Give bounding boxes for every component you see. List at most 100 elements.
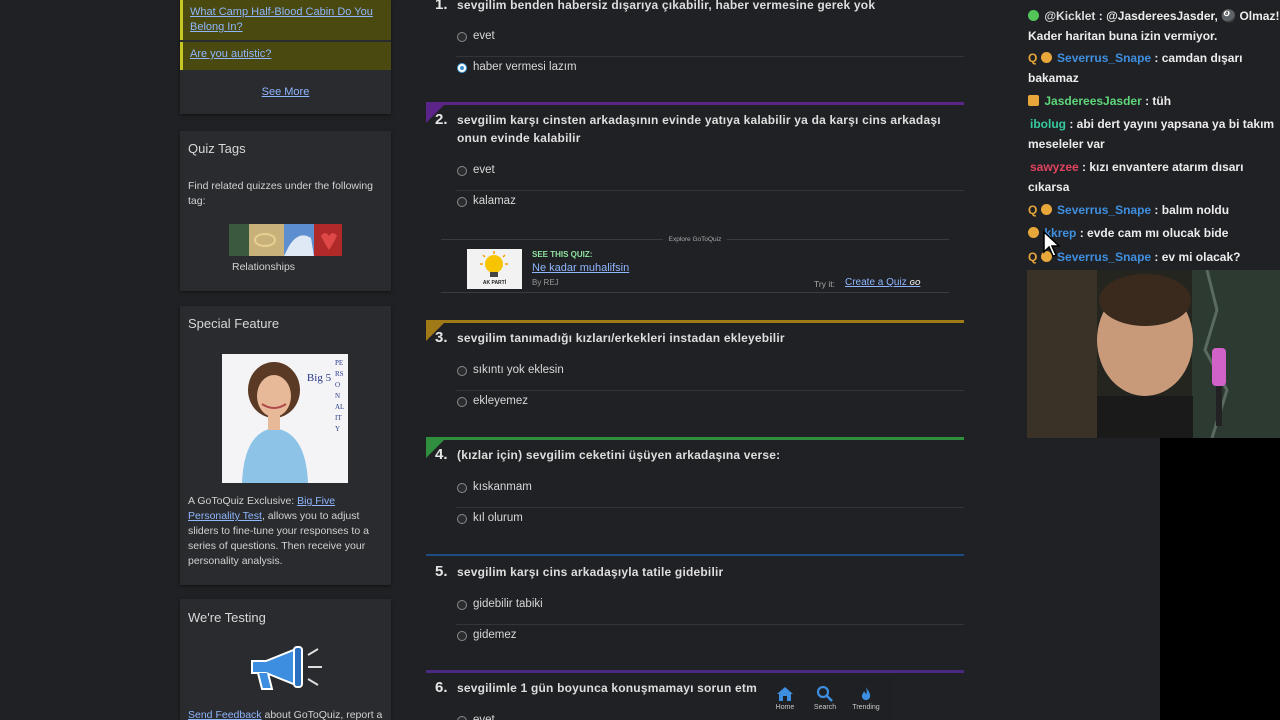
radio-button[interactable] <box>457 716 467 720</box>
sub-badge-icon <box>1028 227 1039 238</box>
popular-quiz-link[interactable]: What Camp Half-Blood Cabin Do You Belong… <box>180 0 391 40</box>
chat-username[interactable]: sawyzee <box>1030 160 1079 174</box>
question-divider <box>426 554 964 556</box>
nav-trending[interactable]: Trending <box>846 686 886 711</box>
radio-button[interactable] <box>457 397 467 407</box>
nav-search[interactable]: Search <box>805 686 845 711</box>
webcam-overlay <box>1027 270 1280 438</box>
nav-home[interactable]: Home <box>765 686 805 711</box>
answer-label: haber vermesi lazım <box>473 61 577 73</box>
answer-label: kıl olurum <box>473 512 523 524</box>
answer-option[interactable]: sıkıntı yok eklesin <box>456 360 964 391</box>
were-testing-title: We're Testing <box>188 610 266 625</box>
radio-button[interactable] <box>457 514 467 524</box>
nav-search-label: Search <box>813 704 837 711</box>
see-this-quiz-label: SEE THIS QUIZ: <box>532 250 593 259</box>
chat-message: @Kicklet : @JasdereesJasder, 🎱 Olmaz! Ka… <box>1028 6 1280 46</box>
quiz-tags-description: Find related quizzes under the following… <box>188 180 374 207</box>
chat-message: Q Severrus_Snape : balım noldu <box>1028 200 1280 220</box>
chat-text: : ev mi olacak? <box>1151 250 1241 264</box>
answer-label: kıskanmam <box>473 481 532 493</box>
popular-quiz-link[interactable]: Are you autistic? <box>180 42 391 70</box>
chat-message: Q Severrus_Snape : camdan dışarı bakamaz <box>1028 48 1280 88</box>
answer-option[interactable]: evet <box>456 160 964 191</box>
question-number: 3. <box>435 329 448 346</box>
answer-option[interactable]: kıl olurum <box>456 508 964 539</box>
question-text: sevgilim benden habersiz dışarıya çıkabi… <box>457 0 876 12</box>
question-divider <box>426 102 964 105</box>
question-text: sevgilim tanımadığı kızları/erkekleri in… <box>457 331 785 345</box>
promo-quiz-image[interactable]: AK PARTİ <box>467 249 522 289</box>
answer-label: sıkıntı yok eklesin <box>473 364 564 376</box>
chat-text: : evde cam mı olucak bide <box>1076 226 1229 240</box>
chat-username[interactable]: @Kicklet <box>1044 9 1095 23</box>
q-badge-icon: Q <box>1028 203 1038 217</box>
answer-option[interactable]: haber vermesi lazım <box>456 57 964 88</box>
bottom-navigation: Home Search Trending <box>760 676 892 720</box>
screen: What Camp Half-Blood Cabin Do You Belong… <box>0 0 1280 720</box>
send-feedback-link[interactable]: Send Feedback <box>188 709 262 720</box>
answer-label: gidebilir tabiki <box>473 598 543 610</box>
radio-button[interactable] <box>457 32 467 42</box>
chat-username[interactable]: Severrus_Snape <box>1057 203 1151 217</box>
answer-option[interactable]: kıskanmam <box>456 477 964 508</box>
answer-label: evet <box>473 30 495 42</box>
radio-button[interactable] <box>457 166 467 176</box>
big-five-image[interactable]: Big 5 PERSONALITY <box>222 354 348 483</box>
radio-button[interactable] <box>457 366 467 376</box>
big-five-image-side-text: PERSONALITY <box>335 359 345 433</box>
radio-button[interactable] <box>457 600 467 610</box>
relationships-tag-link[interactable]: Relationships <box>232 261 295 273</box>
special-feature-title: Special Feature <box>188 316 280 331</box>
promo-author: By REJ <box>532 278 559 287</box>
try-it-label: Try it: <box>814 279 835 289</box>
question-number: 5. <box>435 563 448 580</box>
chat-username[interactable]: Severrus_Snape <box>1057 51 1151 65</box>
create-quiz-link[interactable]: Create a Quiz GO <box>845 277 920 288</box>
answer-option[interactable]: gidemez <box>456 625 964 656</box>
relationships-tag-image[interactable] <box>229 224 342 256</box>
question-divider <box>426 437 964 440</box>
chat-text: : balım noldu <box>1151 203 1230 217</box>
question-block: 2. sevgilim karşı cinsten arkadaşının ev… <box>426 102 964 222</box>
chat-message: JasdereesJasder : tüh <box>1028 91 1280 111</box>
chat-username[interactable]: ibolug <box>1030 117 1066 131</box>
answer-label: gidemez <box>473 629 517 641</box>
question-text: sevgilim karşı cinsten arkadaşının evind… <box>457 113 941 145</box>
chat-username[interactable]: JasdereesJasder <box>1044 94 1141 108</box>
answer-label: evet <box>473 714 495 720</box>
answer-option[interactable]: ekleyemez <box>456 391 964 422</box>
crown-badge-icon <box>1028 95 1039 106</box>
big-five-image-text: Big 5 <box>306 372 332 384</box>
chat-username[interactable]: Severrus_Snape <box>1057 250 1151 264</box>
chat-message: ibolug : abi dert yayını yapsana ya bi t… <box>1028 114 1280 154</box>
question-number: 4. <box>435 446 448 463</box>
nav-trending-label: Trending <box>852 704 880 711</box>
special-feature-description: A GoToQuiz Exclusive: Big Five Personali… <box>188 495 369 567</box>
q-badge-icon: Q <box>1028 51 1038 65</box>
question-divider <box>426 320 964 323</box>
question-number: 6. <box>435 679 448 696</box>
answer-label: evet <box>473 164 495 176</box>
verified-badge-icon <box>1028 10 1039 21</box>
answer-option[interactable]: evet <box>456 26 964 57</box>
question-text: sevgilim karşı cins arkadaşıyla tatile g… <box>457 565 724 579</box>
megaphone-icon <box>244 645 326 698</box>
radio-button[interactable] <box>457 197 467 207</box>
question-block: 1. sevgilim benden habersiz dışarıya çık… <box>426 0 964 104</box>
popular-quizzes-card: What Camp Half-Blood Cabin Do You Belong… <box>180 0 391 114</box>
answer-option[interactable]: kalamaz <box>456 191 964 222</box>
chat-message: sawyzee : kızı envantere atarım dısarı c… <box>1028 157 1280 197</box>
chat-text: : tüh <box>1141 94 1172 108</box>
answer-option[interactable]: gidebilir tabiki <box>456 594 964 625</box>
radio-button[interactable] <box>457 631 467 641</box>
radio-button-selected[interactable] <box>457 63 467 73</box>
mouse-cursor-icon <box>1043 230 1061 257</box>
see-more-link[interactable]: See More <box>180 86 391 98</box>
question-block: 4. (kızlar için) sevgilim ceketini üşüye… <box>426 437 964 537</box>
radio-button[interactable] <box>457 483 467 493</box>
letterbox-bar <box>1160 438 1280 720</box>
question-number: 1. <box>435 0 448 13</box>
question-block: 3. sevgilim tanımadığı kızları/erkekleri… <box>426 320 964 420</box>
promo-quiz-link[interactable]: Ne kadar muhalifsin <box>532 262 629 274</box>
